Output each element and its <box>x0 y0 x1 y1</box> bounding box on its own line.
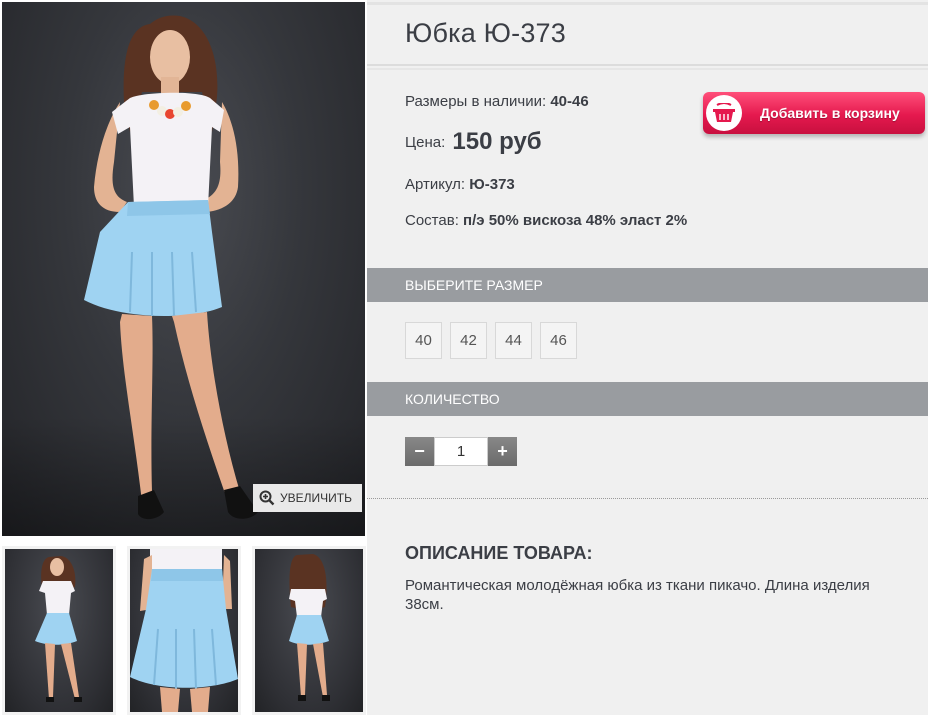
model-figure-image <box>84 15 258 520</box>
quantity-decrease-button[interactable]: − <box>405 437 434 466</box>
article-value: Ю-373 <box>469 176 515 193</box>
panel-top-divider <box>367 2 928 5</box>
quantity-input[interactable] <box>434 437 488 466</box>
price-label: Цена: <box>405 134 446 151</box>
add-to-cart-label: Добавить в корзину <box>760 105 900 121</box>
title-divider <box>367 64 928 70</box>
quantity-stepper: − + <box>405 437 517 466</box>
size-option-44[interactable]: 44 <box>495 322 532 359</box>
size-section-header: ВЫБЕРИТЕ РАЗМЕР <box>367 268 928 302</box>
quantity-increase-button[interactable]: + <box>488 437 517 466</box>
size-options: 40 42 44 46 <box>405 322 577 359</box>
cart-icon-circle <box>706 95 742 131</box>
product-info-panel: Юбка Ю-373 Размеры в наличии: 40-46 Цена… <box>367 0 928 715</box>
thumbnail-closeup[interactable] <box>127 546 241 715</box>
main-product-photo[interactable]: УВЕЛИЧИТЬ <box>2 2 365 536</box>
product-page: УВЕЛИЧИТЬ Юбка Ю-373 Размеры в наличии: … <box>0 0 928 715</box>
description-title: ОПИСАНИЕ ТОВАРА: <box>405 543 593 563</box>
thumbnail-strip <box>2 546 366 715</box>
thumbnail-front-image <box>35 556 82 702</box>
zoom-label: УВЕЛИЧИТЬ <box>280 491 352 505</box>
thumbnail-closeup-image <box>130 549 238 712</box>
dotted-divider <box>367 498 928 499</box>
product-title: Юбка Ю-373 <box>405 18 566 48</box>
zoom-button[interactable]: УВЕЛИЧИТЬ <box>253 484 362 512</box>
price: Цена: 150 руб <box>405 128 542 156</box>
add-to-cart-button[interactable]: Добавить в корзину <box>703 92 925 134</box>
composition: Состав: п/э 50% вискоза 48% эласт 2% <box>405 211 705 231</box>
sizes-value: 40-46 <box>550 93 589 110</box>
size-option-46[interactable]: 46 <box>540 322 577 359</box>
thumbnail-back-image <box>289 554 330 701</box>
basket-icon <box>713 103 735 122</box>
thumbnail-front[interactable] <box>2 546 116 715</box>
price-value: 150 руб <box>452 128 542 155</box>
size-option-40[interactable]: 40 <box>405 322 442 359</box>
zoom-in-icon <box>259 490 275 506</box>
size-option-42[interactable]: 42 <box>450 322 487 359</box>
article-label: Артикул: <box>405 176 466 193</box>
quantity-section-header: КОЛИЧЕСТВО <box>367 382 928 416</box>
description-text: Романтическая молодёжная юбка из ткани п… <box>405 577 870 613</box>
sizes-label: Размеры в наличии: <box>405 93 547 110</box>
article: Артикул: Ю-373 <box>405 176 515 193</box>
composition-label: Состав: <box>405 212 459 229</box>
sizes-available: Размеры в наличии: 40-46 <box>405 93 589 110</box>
thumbnail-back[interactable] <box>252 546 366 715</box>
composition-value: п/э 50% вискоза 48% эласт 2% <box>463 212 688 229</box>
